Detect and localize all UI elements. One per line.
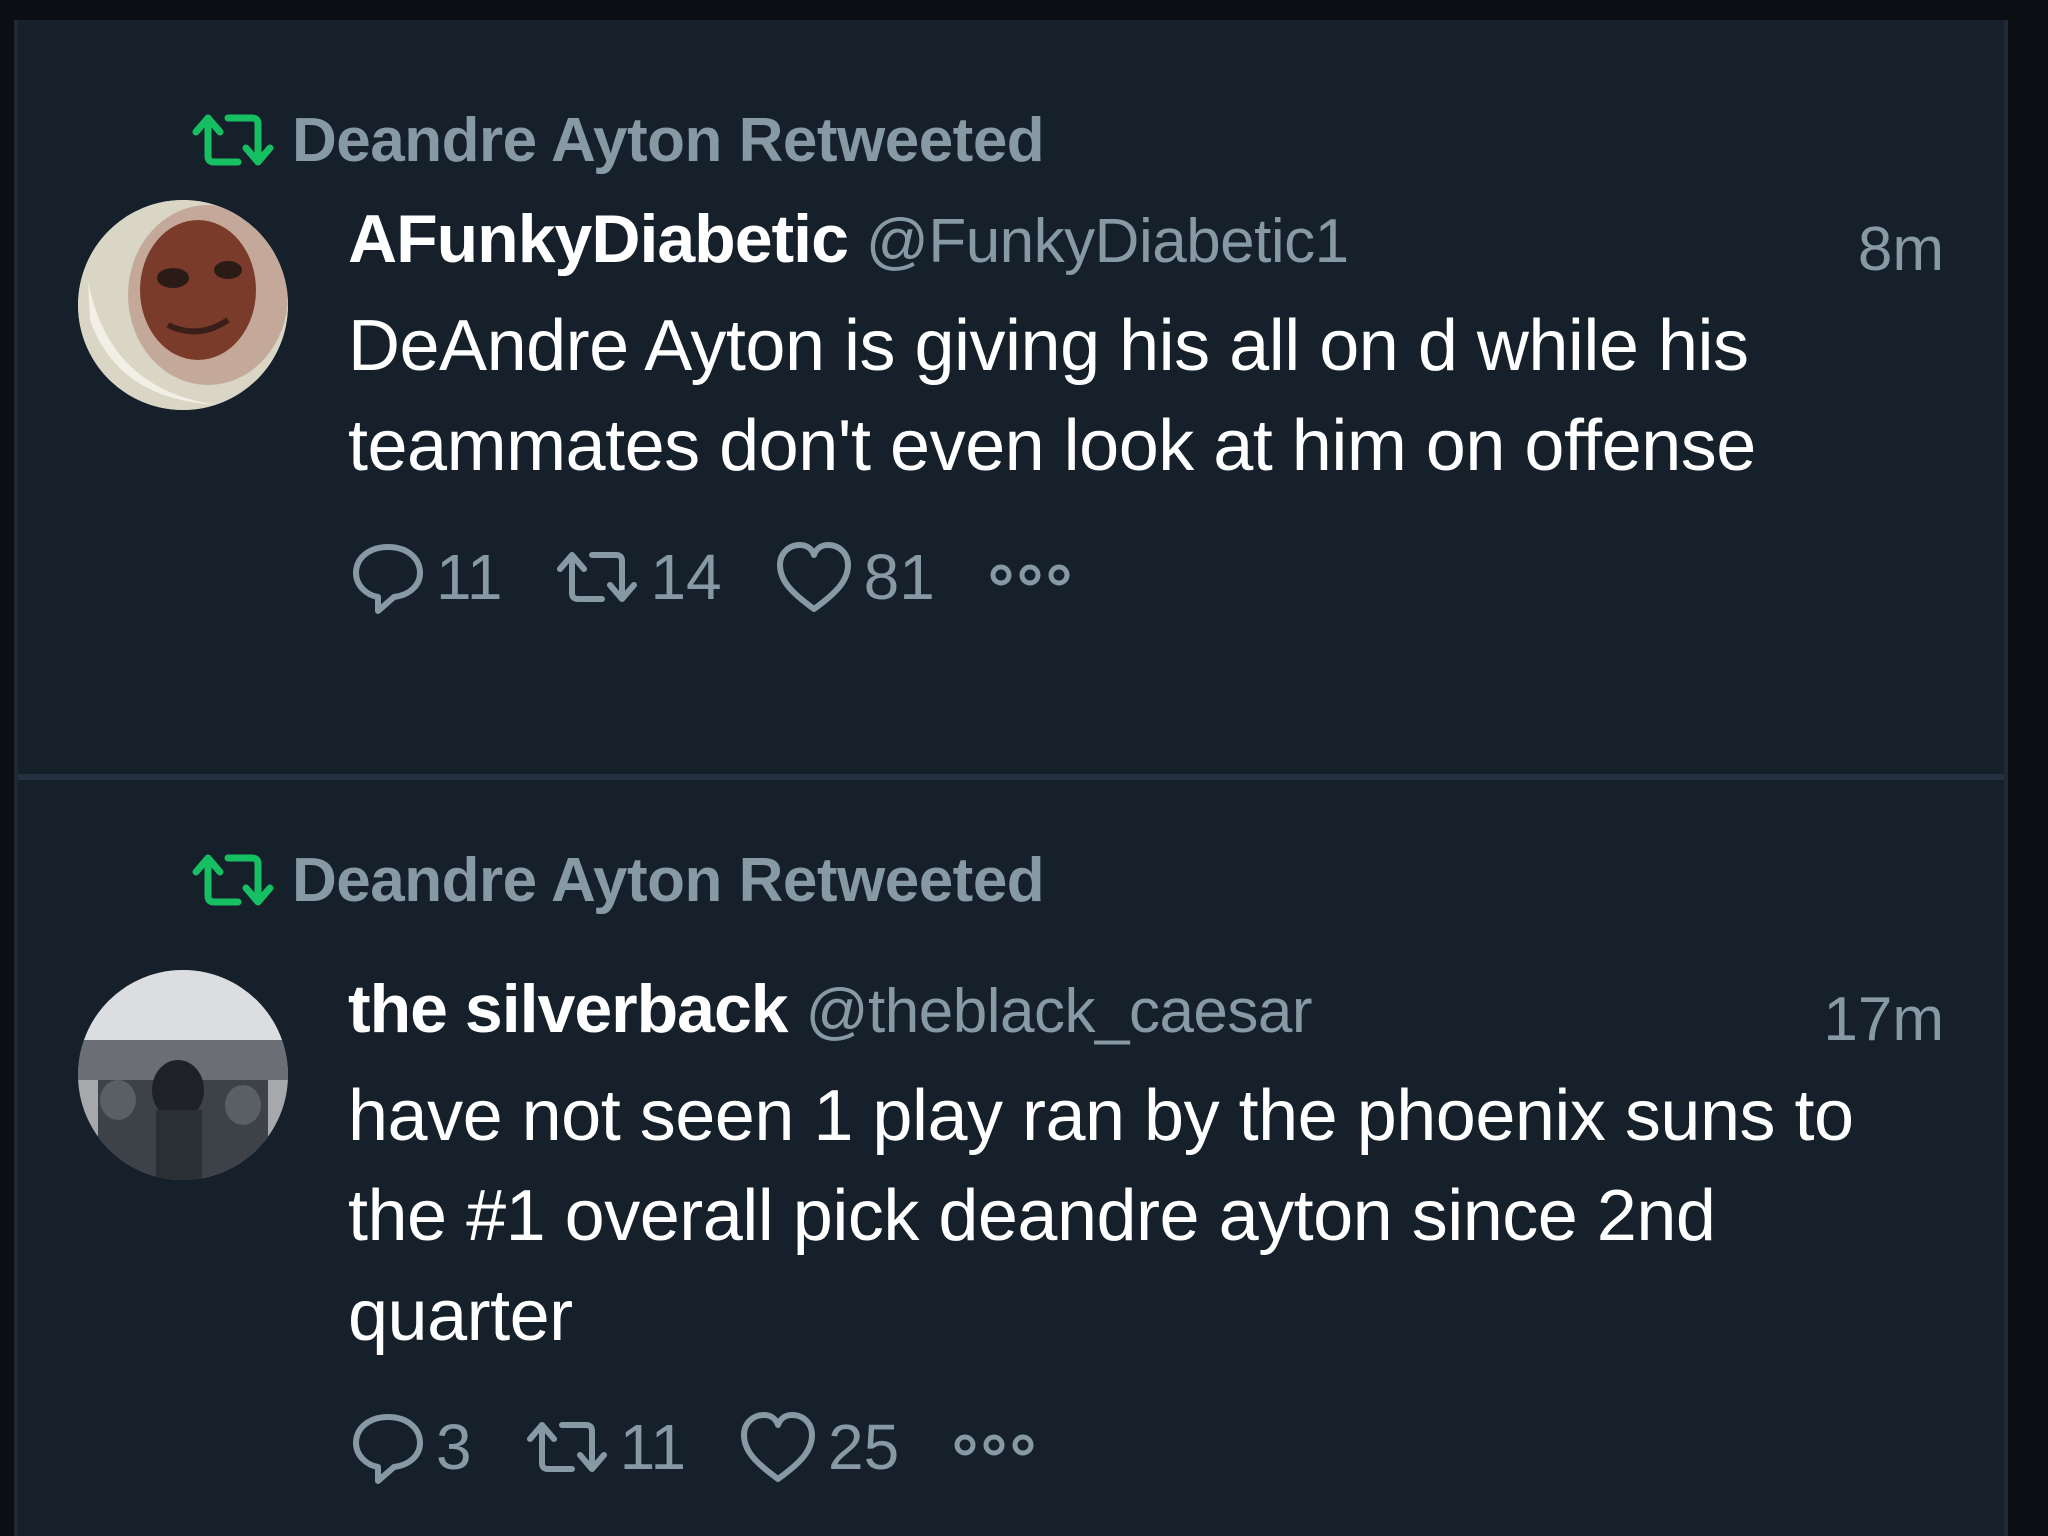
reply-button[interactable]: 3 [348, 1407, 472, 1487]
tweet-header: the silverback @theblack_caesar 17m [348, 970, 1944, 1070]
retweet-icon [188, 845, 288, 915]
timestamp[interactable]: 8m [1858, 200, 1944, 300]
reply-icon [348, 1407, 428, 1487]
tweet-content: AFunkyDiabetic @FunkyDiabetic1 8m DeAndr… [348, 200, 1944, 622]
tweet-actions: 11 14 81 [348, 532, 1944, 622]
avatar[interactable] [78, 970, 288, 1180]
retweet-icon [552, 542, 642, 612]
screenshot-frame: Deandre Ayton Retweeted AFunkyDiabetic @… [0, 0, 2048, 1536]
heart-icon [772, 537, 856, 617]
retweet-count: 11 [619, 1411, 687, 1483]
like-count: 81 [863, 541, 935, 613]
tweet-actions: 3 11 25 [348, 1402, 1944, 1492]
timeline-column: Deandre Ayton Retweeted AFunkyDiabetic @… [14, 20, 2008, 1536]
retweet-label[interactable]: Deandre Ayton Retweeted [292, 105, 1045, 176]
reply-icon [348, 537, 428, 617]
retweet-count: 14 [650, 541, 722, 613]
reply-button[interactable]: 11 [348, 537, 502, 617]
more-options-button[interactable] [985, 555, 1075, 600]
tweet[interactable]: Deandre Ayton Retweeted AFunkyDiabetic @… [18, 20, 2004, 776]
heart-icon [736, 1407, 820, 1487]
retweet-context: Deandre Ayton Retweeted [188, 100, 1045, 180]
user-handle[interactable]: @theblack_caesar [806, 976, 1313, 1047]
more-icon [985, 555, 1075, 600]
tweet-header: AFunkyDiabetic @FunkyDiabetic1 8m [348, 200, 1944, 300]
like-button[interactable]: 81 [772, 537, 935, 617]
avatar[interactable] [78, 200, 288, 410]
retweet-context: Deandre Ayton Retweeted [188, 840, 1045, 920]
timestamp[interactable]: 17m [1823, 970, 1944, 1070]
retweet-icon [188, 105, 288, 175]
user-handle[interactable]: @FunkyDiabetic1 [866, 206, 1349, 277]
reply-count: 3 [436, 1411, 472, 1483]
retweet-button[interactable]: 11 [522, 1410, 686, 1484]
tweet-text: have not seen 1 play ran by the phoenix … [348, 1076, 1854, 1356]
retweet-icon [522, 1412, 612, 1482]
like-count: 25 [828, 1411, 900, 1483]
more-options-button[interactable] [949, 1425, 1039, 1470]
retweet-button[interactable]: 14 [552, 540, 722, 614]
display-name[interactable]: AFunkyDiabetic [348, 200, 849, 278]
retweet-label[interactable]: Deandre Ayton Retweeted [292, 845, 1045, 916]
tweet[interactable]: Deandre Ayton Retweeted the silverback @… [18, 780, 2004, 1536]
display-name[interactable]: the silverback [348, 970, 789, 1048]
tweet-text: DeAndre Ayton is giving his all on d whi… [348, 306, 1756, 486]
more-icon [949, 1425, 1039, 1470]
like-button[interactable]: 25 [736, 1407, 899, 1487]
reply-count: 11 [436, 541, 503, 613]
tweet-content: the silverback @theblack_caesar 17m have… [348, 970, 1944, 1492]
